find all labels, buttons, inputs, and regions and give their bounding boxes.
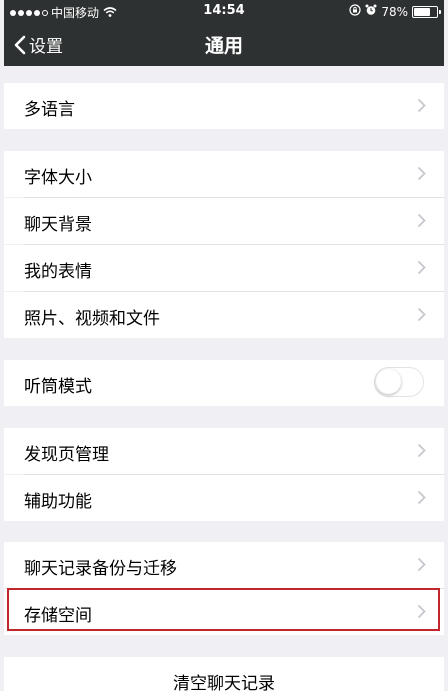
- row-label: 聊天背景: [24, 215, 92, 235]
- page-title: 通用: [204, 35, 243, 57]
- clear-chat-label: 清空聊天记录: [173, 674, 275, 691]
- status-right: 78%: [349, 4, 441, 19]
- row-accessibility[interactable]: 辅助功能: [4, 475, 444, 521]
- chevron-right-icon: [417, 307, 426, 327]
- row-media-files[interactable]: 照片、视频和文件: [4, 292, 444, 338]
- battery-percent: 78%: [381, 4, 408, 19]
- chevron-right-icon: [417, 213, 426, 233]
- row-label: 听筒模式: [24, 377, 92, 397]
- row-label: 辅助功能: [24, 492, 92, 512]
- row-label: 聊天记录备份与迁移: [24, 559, 177, 579]
- orientation-lock-icon: [349, 4, 361, 19]
- row-earpiece-mode: 听筒模式: [4, 360, 444, 406]
- chevron-right-icon: [417, 98, 426, 118]
- chevron-right-icon: [417, 443, 426, 463]
- row-language[interactable]: 多语言: [4, 83, 444, 129]
- chevron-right-icon: [417, 260, 426, 280]
- earpiece-mode-toggle[interactable]: [374, 367, 424, 397]
- row-label: 字体大小: [24, 168, 92, 188]
- settings-screen: 中国移动 14:54 78% 设置 通用 多语言 字体大小 聊天背景 我的表情 …: [4, 0, 444, 691]
- row-label: 存储空间: [24, 606, 92, 626]
- battery-fill: [414, 7, 430, 16]
- row-label: 发现页管理: [24, 445, 109, 465]
- chevron-right-icon: [417, 166, 426, 186]
- clear-chat-button[interactable]: 清空聊天记录: [4, 657, 444, 691]
- row-label: 我的表情: [24, 262, 92, 282]
- nav-bar: 设置 通用: [4, 22, 444, 66]
- chevron-right-icon: [417, 557, 426, 577]
- chevron-right-icon: [417, 490, 426, 510]
- row-chat-background[interactable]: 聊天背景: [4, 198, 444, 244]
- row-label: 照片、视频和文件: [24, 309, 160, 329]
- row-chat-backup[interactable]: 聊天记录备份与迁移: [4, 542, 444, 588]
- battery-icon: [412, 5, 441, 18]
- row-my-stickers[interactable]: 我的表情: [4, 245, 444, 291]
- row-storage[interactable]: 存储空间: [4, 589, 444, 635]
- alarm-icon: [365, 4, 377, 19]
- row-font-size[interactable]: 字体大小: [4, 151, 444, 197]
- chevron-right-icon: [417, 604, 426, 624]
- status-bar: 中国移动 14:54 78%: [4, 0, 444, 22]
- row-discover-manage[interactable]: 发现页管理: [4, 428, 444, 474]
- row-label: 多语言: [24, 100, 75, 120]
- toggle-knob: [376, 369, 401, 394]
